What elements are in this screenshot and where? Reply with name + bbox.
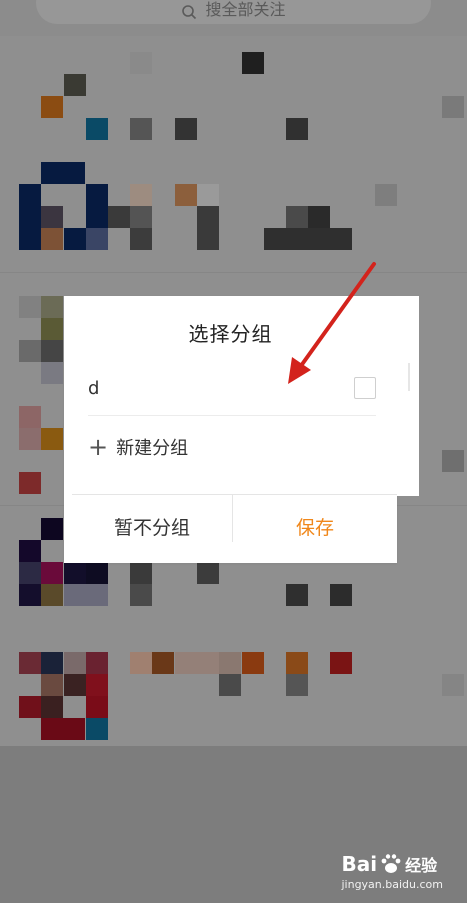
watermark-brand: Bai (341, 852, 378, 876)
watermark-url: jingyan.baidu.com (341, 878, 443, 891)
watermark-brand-suffix: 经验 (405, 856, 438, 875)
annotation-arrow-icon (288, 262, 376, 384)
paw-icon (381, 854, 401, 873)
baidu-watermark: Bai 经验 jingyan.baidu.com (341, 852, 443, 891)
